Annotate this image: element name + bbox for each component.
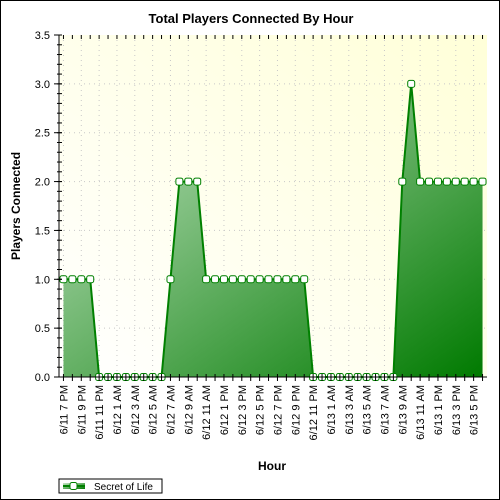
y-tick-label: 0.5 bbox=[35, 323, 50, 335]
x-tick-label: 6/11 9 PM bbox=[76, 385, 88, 434]
x-tick-label: 6/12 7 AM bbox=[165, 385, 177, 435]
y-tick-label: 3.0 bbox=[35, 79, 50, 91]
chart-title: Total Players Connected By Hour bbox=[149, 11, 354, 26]
x-tick-label: 6/12 1 PM bbox=[219, 385, 231, 435]
data-point bbox=[451, 177, 460, 186]
x-tick-label: 6/13 11 AM bbox=[415, 385, 427, 440]
data-point bbox=[175, 177, 184, 186]
data-point bbox=[211, 275, 220, 284]
y-tick-label: 3.5 bbox=[35, 30, 50, 42]
x-tick-label: 6/12 3 PM bbox=[237, 385, 249, 435]
data-point bbox=[291, 275, 300, 284]
data-point bbox=[273, 275, 282, 284]
data-point bbox=[202, 275, 211, 284]
data-point bbox=[193, 177, 202, 186]
data-point bbox=[442, 177, 451, 186]
x-tick-label: 6/12 5 AM bbox=[148, 385, 160, 435]
data-point bbox=[246, 275, 255, 284]
data-point bbox=[86, 275, 95, 284]
x-tick-label: 6/12 11 AM bbox=[201, 385, 213, 440]
x-tick-label: 6/11 11 PM bbox=[94, 385, 106, 440]
x-tick-label: 6/13 1 PM bbox=[433, 385, 445, 435]
data-point bbox=[228, 275, 237, 284]
legend-marker-icon bbox=[69, 482, 78, 490]
data-point bbox=[300, 275, 309, 284]
data-point bbox=[219, 275, 228, 284]
legend: Secret of Life bbox=[58, 478, 163, 494]
y-tick-label: 2.0 bbox=[35, 177, 50, 189]
y-tick-label: 2.5 bbox=[35, 128, 50, 140]
x-tick-label: 6/12 11 PM bbox=[308, 385, 320, 440]
y-axis-label: Players Connected bbox=[9, 152, 23, 260]
x-tick-label: 6/12 9 AM bbox=[183, 385, 195, 435]
data-point bbox=[460, 177, 469, 186]
legend-label: Secret of Life bbox=[94, 482, 153, 493]
x-tick-label: 6/13 3 PM bbox=[451, 385, 463, 435]
x-tick-label: 6/12 3 AM bbox=[130, 385, 142, 435]
data-point bbox=[416, 177, 425, 186]
y-tick-label: 1.0 bbox=[35, 274, 50, 286]
data-point bbox=[77, 275, 86, 284]
data-point bbox=[425, 177, 434, 186]
x-tick-label: 6/12 7 PM bbox=[272, 385, 284, 435]
y-tick-label: 1.5 bbox=[35, 225, 50, 237]
x-tick-label: 6/13 5 AM bbox=[362, 385, 374, 435]
data-point bbox=[469, 177, 478, 186]
y-tick-label: 0.0 bbox=[35, 372, 50, 384]
data-point bbox=[237, 275, 246, 284]
data-point bbox=[407, 79, 416, 88]
x-tick-label: 6/13 7 AM bbox=[379, 385, 391, 435]
chart-window: Total Players Connected By Hour 0.0 0.5 1.… bbox=[0, 0, 500, 500]
data-point bbox=[282, 275, 291, 284]
players-chart: Total Players Connected By Hour 0.0 0.5 1.… bbox=[9, 11, 487, 494]
x-tick-label: 6/12 5 PM bbox=[255, 385, 267, 435]
data-point bbox=[433, 177, 442, 186]
x-tick-label: 6/12 9 PM bbox=[290, 385, 302, 435]
data-point bbox=[478, 177, 487, 186]
data-point bbox=[166, 275, 175, 284]
x-tick-label: 6/13 5 PM bbox=[469, 385, 481, 435]
x-axis-label: Hour bbox=[258, 459, 286, 473]
x-tick-label: 6/13 9 AM bbox=[397, 385, 409, 435]
x-tick-label: 6/13 3 AM bbox=[344, 385, 356, 435]
data-point bbox=[255, 275, 264, 284]
data-point bbox=[398, 177, 407, 186]
x-tick-label: 6/13 1 AM bbox=[326, 385, 338, 435]
data-point bbox=[184, 177, 193, 186]
data-point bbox=[264, 275, 273, 284]
data-point bbox=[68, 275, 77, 284]
x-tick-label: 6/12 1 AM bbox=[112, 385, 124, 435]
x-tick-label: 6/11 7 PM bbox=[58, 385, 70, 434]
